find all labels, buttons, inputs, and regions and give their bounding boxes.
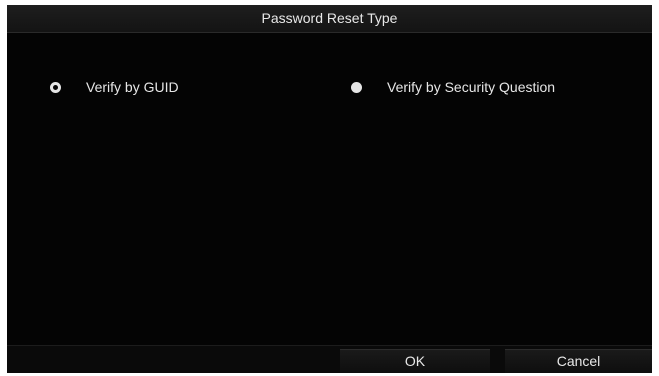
dialog-title-bar: Password Reset Type — [7, 5, 652, 33]
dialog-title: Password Reset Type — [261, 10, 398, 26]
password-reset-type-dialog: Password Reset Type Verify by GUID Verif… — [7, 5, 652, 373]
option-label-guid: Verify by GUID — [86, 79, 179, 95]
ok-button[interactable]: OK — [340, 349, 490, 373]
radio-selected-icon[interactable] — [50, 81, 61, 93]
dialog-footer: OK Cancel — [7, 345, 652, 373]
option-verify-by-security-question[interactable]: Verify by Security Question — [351, 77, 555, 97]
dialog-content: Verify by GUID Verify by Security Questi… — [7, 33, 652, 345]
option-label-security-question: Verify by Security Question — [387, 79, 556, 95]
cancel-button[interactable]: Cancel — [505, 349, 652, 373]
radio-unselected-icon[interactable] — [351, 81, 362, 93]
option-verify-by-guid[interactable]: Verify by GUID — [50, 77, 179, 97]
